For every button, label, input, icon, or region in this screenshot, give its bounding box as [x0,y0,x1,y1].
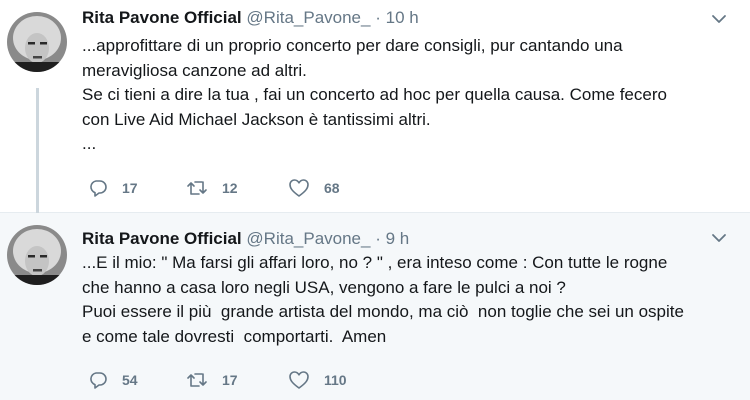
tweet-text-line: ...approfittare di un proprio concerto p… [82,36,623,55]
tweet-text-line: ... [82,134,97,153]
reply-button[interactable]: 54 [88,370,138,390]
username-handle[interactable]: @Rita_Pavone_ [246,8,370,27]
avatar[interactable] [7,12,67,72]
heart-icon [288,178,310,198]
tweet-text-line: Puoi essere il più grande artista del mo… [82,302,684,321]
like-button[interactable]: 110 [288,370,347,390]
tweet-text-line: che hanno a casa loro negli USA, vengono… [82,277,566,297]
avatar[interactable] [7,225,67,285]
tweet-text-line: con Live Aid Michael Jackson è tantissim… [82,109,431,129]
display-name[interactable]: Rita Pavone Official [82,229,242,248]
reply-count: 54 [122,372,138,388]
chevron-down-icon[interactable] [710,10,728,28]
reply-icon [88,178,108,198]
chevron-down-icon[interactable] [710,229,728,247]
reply-button[interactable]: 17 [88,178,138,198]
retweet-icon [186,370,208,390]
tweet-text-line: Se ci tieni a dire la tua , fai un conce… [82,85,667,104]
tweet-text: ...approfittare di un proprio concerto p… [82,34,722,157]
reply-icon [88,370,108,390]
thread-connector-line [36,88,39,213]
retweet-count: 12 [222,180,238,196]
like-count: 110 [324,372,347,388]
timestamp[interactable]: 10 h [386,8,419,27]
like-button[interactable]: 68 [288,178,340,198]
tweet-text-line: e come tale dovresti comportarti. Amen [82,326,387,346]
separator-dot: · [375,8,381,27]
like-count: 68 [324,180,340,196]
tweet-header: Rita Pavone Official @Rita_Pavone_ · 9 h [82,229,409,249]
display-name[interactable]: Rita Pavone Official [82,8,242,27]
retweet-count: 17 [222,372,238,388]
retweet-button[interactable]: 12 [186,178,238,198]
tweet-text: ...E il mio: " Ma farsi gli affari loro,… [82,251,722,349]
tweet-header: Rita Pavone Official @Rita_Pavone_ · 10 … [82,8,419,28]
timestamp[interactable]: 9 h [386,229,410,248]
separator-dot: · [375,229,381,248]
heart-icon [288,370,310,390]
reply-count: 17 [122,180,138,196]
username-handle[interactable]: @Rita_Pavone_ [246,229,370,248]
tweet-text-line: ...E il mio: " Ma farsi gli affari loro,… [82,253,668,272]
retweet-button[interactable]: 17 [186,370,238,390]
retweet-icon [186,178,208,198]
tweet-text-line: meravigliosa canzone ad altri. [82,60,307,80]
